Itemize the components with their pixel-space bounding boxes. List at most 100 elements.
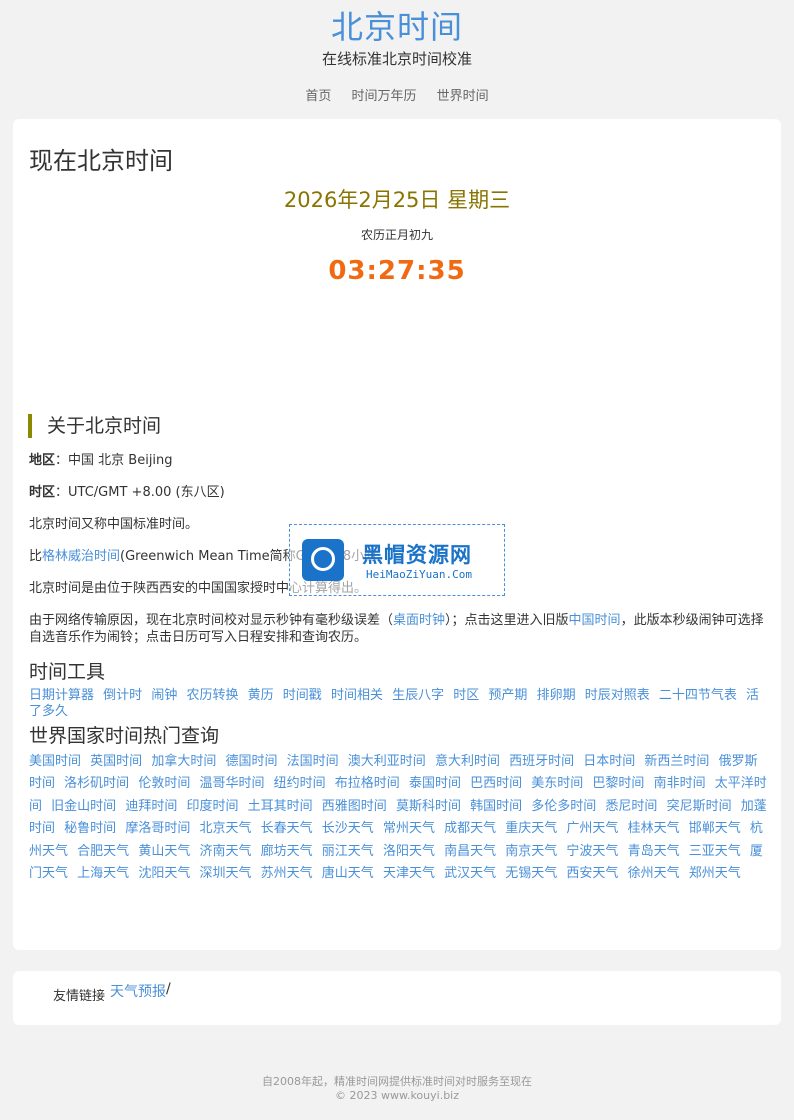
- current-date[interactable]: 2026年2月25日 星期三: [13, 184, 781, 214]
- world-time-link[interactable]: 日本时间: [583, 754, 635, 769]
- world-time-link[interactable]: 莫斯科时间: [396, 799, 461, 814]
- tool-link[interactable]: 农历转换: [186, 688, 238, 703]
- current-time-clock: 03:27:35: [328, 256, 466, 286]
- world-time-link[interactable]: 意大利时间: [435, 754, 500, 769]
- tool-link[interactable]: 倒计时: [103, 688, 142, 703]
- tool-link[interactable]: 排卵期: [537, 688, 576, 703]
- world-time-link[interactable]: 美东时间: [531, 776, 583, 791]
- world-time-link[interactable]: 青岛天气: [628, 844, 680, 859]
- tool-link[interactable]: 二十四节气表: [659, 688, 737, 703]
- world-time-link[interactable]: 旧金山时间: [51, 799, 116, 814]
- nav-home-link[interactable]: 首页: [305, 89, 331, 104]
- tool-link[interactable]: 日期计算器: [29, 688, 94, 703]
- world-time-link[interactable]: 土耳其时间: [248, 799, 313, 814]
- world-time-link[interactable]: 南京天气: [505, 844, 557, 859]
- gmt-link[interactable]: 格林威治时间: [42, 549, 120, 564]
- copyright: 自2008年起，精准时间网提供标准时间对时服务至现在 © 2023 www.ko…: [0, 1075, 794, 1103]
- nav-world-time-link[interactable]: 世界时间: [437, 89, 489, 104]
- tool-link[interactable]: 时辰对照表: [585, 688, 650, 703]
- region-row: 地区：中国 北京 Beijing: [29, 453, 173, 468]
- world-time-link[interactable]: 韩国时间: [470, 799, 522, 814]
- world-time-link[interactable]: 迪拜时间: [125, 799, 177, 814]
- world-time-link[interactable]: 桂林天气: [628, 821, 680, 836]
- nav-calendar-link[interactable]: 时间万年历: [351, 89, 416, 104]
- world-time-link[interactable]: 南昌天气: [444, 844, 496, 859]
- region-label: 地区: [29, 453, 56, 468]
- world-time-link[interactable]: 广州天气: [566, 821, 618, 836]
- watermark-cn-text: 黑帽资源网: [362, 543, 472, 567]
- world-time-link[interactable]: 南非时间: [654, 776, 706, 791]
- world-time-link[interactable]: 北京天气: [199, 821, 251, 836]
- world-time-link[interactable]: 深圳天气: [199, 866, 251, 881]
- copyright-line-2: © 2023 www.kouyi.biz: [334, 1089, 460, 1102]
- world-time-link[interactable]: 常州天气: [383, 821, 435, 836]
- watermark: 黑帽资源网 HeiMaoZiYuan.Com: [289, 524, 505, 596]
- world-time-link[interactable]: 温哥华时间: [199, 776, 264, 791]
- world-time-link[interactable]: 摩洛哥时间: [125, 821, 190, 836]
- world-time-link[interactable]: 邯郸天气: [689, 821, 741, 836]
- world-time-link[interactable]: 天津天气: [383, 866, 435, 881]
- world-time-link[interactable]: 伦敦时间: [138, 776, 190, 791]
- desktop-clock-link[interactable]: 桌面时钟: [393, 613, 445, 628]
- world-time-link[interactable]: 西安天气: [566, 866, 618, 881]
- world-time-link[interactable]: 上海天气: [77, 866, 129, 881]
- world-time-link[interactable]: 重庆天气: [505, 821, 557, 836]
- world-time-link[interactable]: 三亚天气: [689, 844, 741, 859]
- world-time-link[interactable]: 洛杉矶时间: [64, 776, 129, 791]
- world-time-link[interactable]: 长春天气: [261, 821, 313, 836]
- world-time-link[interactable]: 悉尼时间: [605, 799, 657, 814]
- world-time-link[interactable]: 巴黎时间: [592, 776, 644, 791]
- world-time-link[interactable]: 武汉天气: [444, 866, 496, 881]
- world-time-link[interactable]: 黄山天气: [138, 844, 190, 859]
- world-time-link[interactable]: 巴西时间: [470, 776, 522, 791]
- world-time-link[interactable]: 纽约时间: [274, 776, 326, 791]
- accuracy-paragraph: 由于网络传输原因，现在北京时间校对显示秒钟有毫秒级误差（桌面时钟）；点击这里进入…: [29, 612, 769, 646]
- friend-link-separator: /: [166, 981, 171, 997]
- world-time-link[interactable]: 沈阳天气: [138, 866, 190, 881]
- world-time-link[interactable]: 德国时间: [225, 754, 277, 769]
- gmt-prefix: 比: [29, 549, 43, 564]
- tool-link[interactable]: 时间相关: [331, 688, 383, 703]
- watermark-logo-icon: [302, 539, 344, 581]
- world-time-link[interactable]: 多伦多时间: [531, 799, 596, 814]
- world-time-link[interactable]: 英国时间: [90, 754, 142, 769]
- accuracy-text-a: 由于网络传输原因，现在北京时间校对显示秒钟有毫秒级误差（: [29, 613, 394, 628]
- world-time-link[interactable]: 布拉格时间: [335, 776, 400, 791]
- world-time-link[interactable]: 丽江天气: [322, 844, 374, 859]
- weather-forecast-link[interactable]: 天气预报: [110, 981, 166, 1001]
- world-time-link[interactable]: 秘鲁时间: [64, 821, 116, 836]
- world-time-link[interactable]: 泰国时间: [409, 776, 461, 791]
- world-time-link[interactable]: 唐山天气: [322, 866, 374, 881]
- world-time-link[interactable]: 徐州天气: [628, 866, 680, 881]
- world-time-link[interactable]: 新西兰时间: [644, 754, 709, 769]
- world-time-link[interactable]: 苏州天气: [261, 866, 313, 881]
- world-time-link[interactable]: 美国时间: [29, 754, 81, 769]
- china-time-link[interactable]: 中国时间: [569, 613, 621, 628]
- world-time-link[interactable]: 西雅图时间: [322, 799, 387, 814]
- world-time-link[interactable]: 加拿大时间: [151, 754, 216, 769]
- world-time-link[interactable]: 廊坊天气: [261, 844, 313, 859]
- site-title[interactable]: 北京时间: [0, 2, 794, 48]
- world-time-link[interactable]: 西班牙时间: [509, 754, 574, 769]
- world-time-link[interactable]: 突尼斯时间: [667, 799, 732, 814]
- world-time-link[interactable]: 济南天气: [199, 844, 251, 859]
- tool-link[interactable]: 预产期: [488, 688, 527, 703]
- timezone-row: 时区：UTC/GMT +8.00 (东八区): [29, 485, 225, 500]
- tool-link[interactable]: 黄历: [248, 688, 274, 703]
- world-time-link[interactable]: 郑州天气: [689, 866, 741, 881]
- page-title: 现在北京时间: [29, 147, 173, 175]
- world-time-link[interactable]: 长沙天气: [322, 821, 374, 836]
- world-time-link[interactable]: 无锡天气: [505, 866, 557, 881]
- tool-link[interactable]: 闹钟: [151, 688, 177, 703]
- world-time-link[interactable]: 澳大利亚时间: [348, 754, 426, 769]
- world-time-link[interactable]: 法国时间: [287, 754, 339, 769]
- world-time-link[interactable]: 印度时间: [186, 799, 238, 814]
- tool-link[interactable]: 生辰八字: [392, 688, 444, 703]
- world-time-link[interactable]: 宁波天气: [566, 844, 618, 859]
- world-time-link[interactable]: 合肥天气: [77, 844, 129, 859]
- tool-link[interactable]: 时间戳: [283, 688, 322, 703]
- world-time-link[interactable]: 成都天气: [444, 821, 496, 836]
- world-time-link[interactable]: 洛阳天气: [383, 844, 435, 859]
- tool-link[interactable]: 时区: [453, 688, 479, 703]
- top-nav: 首页 时间万年历 世界时间: [0, 85, 794, 104]
